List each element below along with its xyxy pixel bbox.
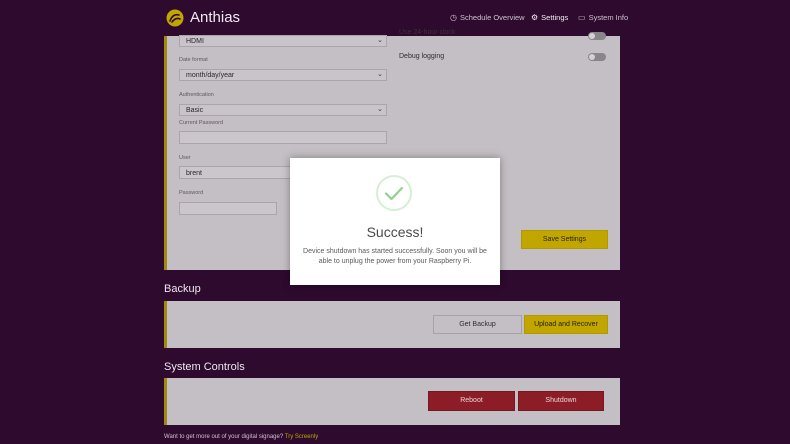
success-check-icon (376, 175, 412, 211)
modal-message: Device shutdown has started successfully… (303, 248, 487, 265)
success-modal: Success! Device shutdown has started suc… (290, 158, 500, 285)
modal-title: Success! (366, 224, 424, 240)
